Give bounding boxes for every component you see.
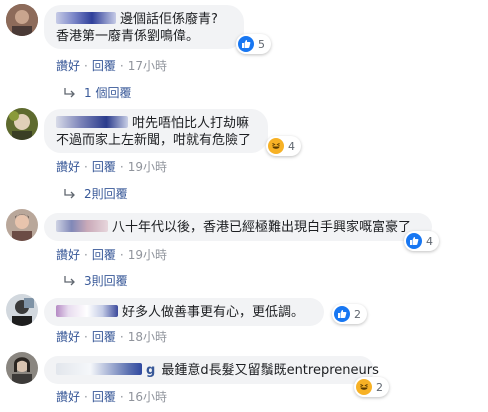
comment-actions: 讚好 · 回覆 · 17小時: [56, 59, 167, 73]
haha-emoji-icon: [356, 379, 372, 395]
comment-bubble: 好多人做善事更有心，更低調。: [44, 298, 324, 326]
thumbs-up-icon: [334, 306, 350, 322]
like-button[interactable]: 讚好: [56, 160, 80, 174]
avatar[interactable]: [6, 352, 38, 384]
avatar[interactable]: [6, 108, 38, 140]
comment-actions: 讚好 · 回覆 · 16小時: [56, 390, 167, 404]
timestamp[interactable]: 19小時: [128, 160, 167, 174]
comment-bubble: g 最鍾意d長髮又留鬚既entrepreneurs: [44, 356, 379, 384]
comment-text: 不過而家上左新聞，咁就有危險了: [56, 133, 252, 148]
replies-count[interactable]: 2則回覆: [84, 185, 128, 202]
timestamp[interactable]: 16小時: [128, 390, 167, 404]
replies-count[interactable]: 1 個回覆: [84, 84, 131, 101]
replies-count[interactable]: 3則回覆: [84, 272, 128, 289]
author-name-blurred[interactable]: [56, 363, 142, 375]
comment-text: 最鍾意d長髮又留鬚既entrepreneurs: [161, 363, 379, 378]
reply-button[interactable]: 回覆: [92, 390, 116, 404]
comment-bubble: 咁先唔怕比人打劫嘛 不過而家上左新聞，咁就有危險了: [44, 109, 268, 153]
reply-arrow-icon: [64, 188, 75, 198]
reaction-summary[interactable]: 5: [236, 34, 271, 54]
reaction-count: 4: [426, 234, 433, 248]
comment-text: 八十年代以後，香港已經極難出現白手興家嘅富豪了: [112, 220, 412, 235]
comment-text: 咁先唔怕比人打劫嘛: [132, 116, 250, 131]
reaction-count: 2: [354, 307, 361, 321]
view-replies-link[interactable]: 1 個回覆: [62, 84, 131, 101]
reaction-count: 4: [288, 139, 295, 153]
avatar[interactable]: [6, 294, 38, 326]
reaction-count: 2: [376, 380, 383, 394]
haha-emoji-icon: [268, 138, 284, 154]
comment-actions: 讚好 · 回覆 · 18小時: [56, 330, 167, 344]
timestamp[interactable]: 17小時: [128, 59, 167, 73]
like-button[interactable]: 讚好: [56, 59, 80, 73]
author-name-blurred[interactable]: [56, 305, 118, 317]
comment-text: 邊個話佢係廢青?: [120, 12, 218, 27]
comment-text: 好多人做善事更有心，更低調。: [122, 305, 305, 320]
comment-bubble: 邊個話佢係廢青? 香港第一廢青係劉鳴偉。: [44, 5, 244, 49]
author-name-visible[interactable]: g: [146, 363, 155, 378]
reaction-summary[interactable]: 4: [266, 136, 301, 156]
like-button[interactable]: 讚好: [56, 330, 80, 344]
reaction-count: 5: [258, 37, 265, 51]
author-name-blurred[interactable]: [56, 116, 128, 128]
reaction-summary[interactable]: 2: [354, 377, 389, 397]
reaction-summary[interactable]: 4: [404, 231, 439, 251]
avatar[interactable]: [6, 4, 38, 36]
avatar[interactable]: [6, 209, 38, 241]
author-name-blurred[interactable]: [56, 12, 116, 24]
view-replies-link[interactable]: 3則回覆: [62, 272, 128, 289]
comment-actions: 讚好 · 回覆 · 19小時: [56, 248, 167, 262]
reply-button[interactable]: 回覆: [92, 330, 116, 344]
reply-button[interactable]: 回覆: [92, 248, 116, 262]
comment-bubble: 八十年代以後，香港已經極難出現白手興家嘅富豪了: [44, 213, 432, 241]
author-name-blurred[interactable]: [56, 220, 108, 232]
comment-text: 香港第一廢青係劉鳴偉。: [56, 29, 200, 44]
like-button[interactable]: 讚好: [56, 248, 80, 262]
reply-arrow-icon: [64, 87, 75, 97]
reply-arrow-icon: [64, 275, 75, 285]
comment-actions: 讚好 · 回覆 · 19小時: [56, 160, 167, 174]
thumbs-up-icon: [238, 36, 254, 52]
reaction-summary[interactable]: 2: [332, 304, 367, 324]
reply-button[interactable]: 回覆: [92, 59, 116, 73]
reply-button[interactable]: 回覆: [92, 160, 116, 174]
timestamp[interactable]: 18小時: [128, 330, 167, 344]
like-button[interactable]: 讚好: [56, 390, 80, 404]
thumbs-up-icon: [406, 233, 422, 249]
view-replies-link[interactable]: 2則回覆: [62, 185, 128, 202]
timestamp[interactable]: 19小時: [128, 248, 167, 262]
